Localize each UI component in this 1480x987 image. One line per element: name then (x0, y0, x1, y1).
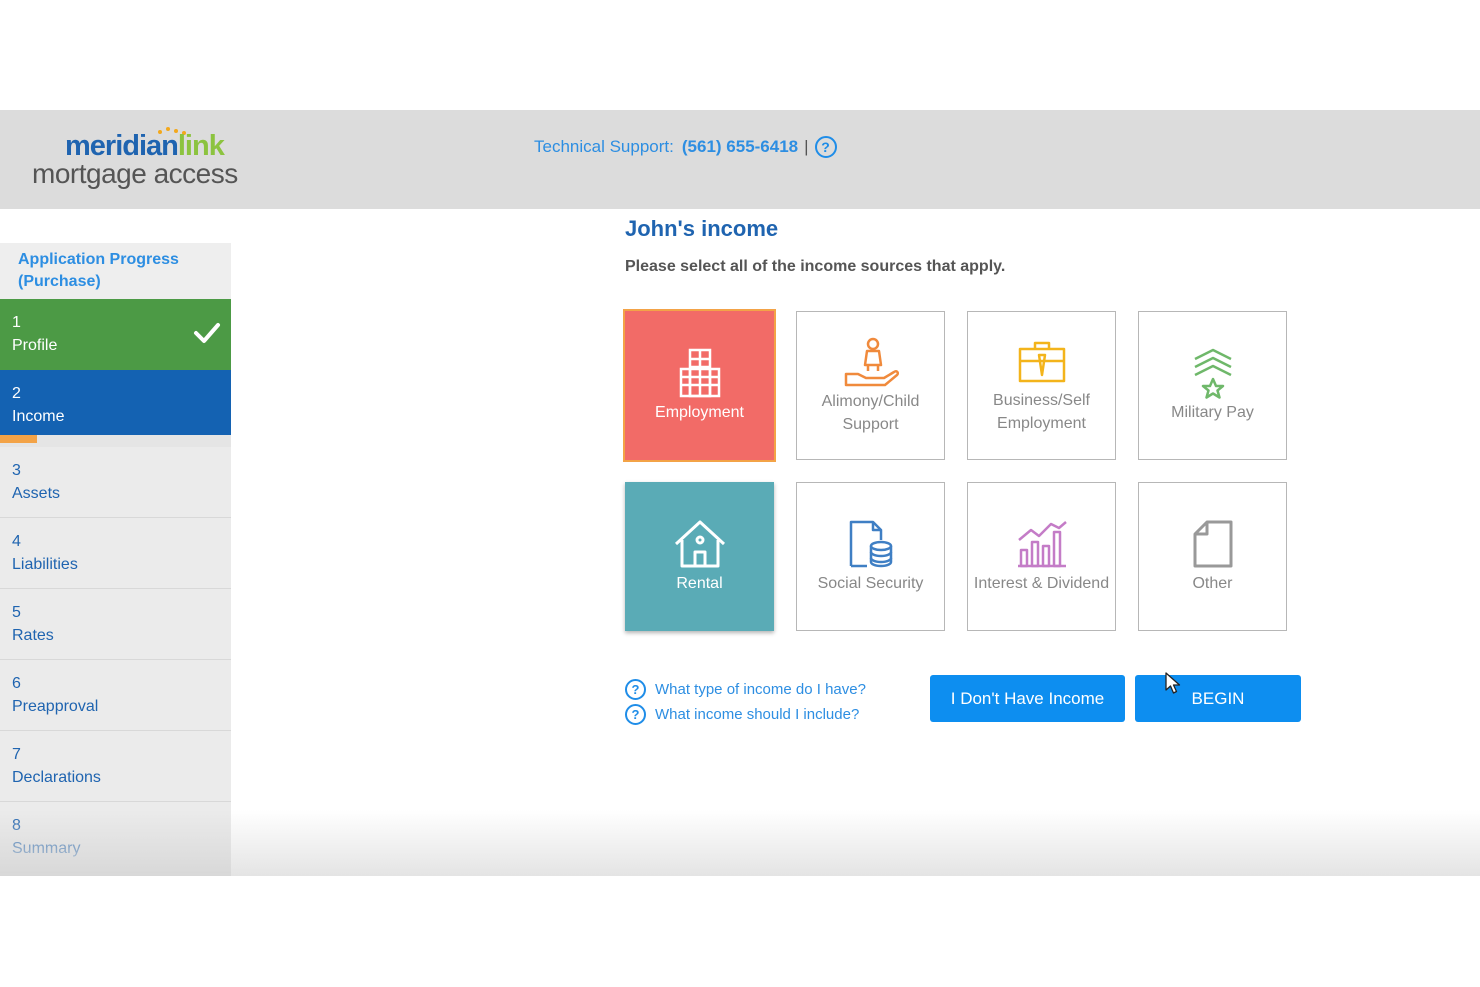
begin-button[interactable]: BEGIN (1135, 675, 1301, 722)
income-tile-employment[interactable]: Employment (623, 309, 776, 462)
income-tile-business-self-employment[interactable]: Business/Self Employment (967, 311, 1116, 460)
tile-label: Military Pay (1171, 404, 1254, 421)
page-title: John's income (625, 216, 779, 241)
income-progress-fill (0, 435, 37, 443)
step-number: 5 (12, 604, 21, 621)
tile-label: Social Security (817, 575, 924, 592)
step-number: 7 (12, 746, 21, 763)
sidebar-heading: Application Progress (Purchase) (0, 243, 231, 299)
briefcase-icon (1018, 341, 1065, 382)
mouse-pointer-icon (1165, 672, 1181, 694)
step-label: Rates (12, 627, 54, 644)
sidebar-step-declarations[interactable]: 7 Declarations (0, 731, 231, 802)
tile-label: Employment (655, 404, 744, 421)
house-icon (674, 520, 725, 568)
support-separator: | (804, 137, 809, 156)
income-progress-bar (0, 435, 231, 447)
step-number: 8 (12, 817, 21, 834)
question-circle-icon[interactable]: ? (814, 136, 837, 158)
technical-support: Technical Support: (561) 655-6418 | ? (534, 136, 837, 158)
header-bar: meridianlink mortgage access Technical S… (0, 110, 1480, 209)
income-tile-alimony-child-support[interactable]: Alimony/Child Support (796, 311, 945, 460)
application-progress-sidebar: Application Progress (Purchase) 1 Profil… (0, 243, 231, 873)
support-label: Technical Support: (534, 137, 674, 156)
step-label: Declarations (12, 769, 101, 786)
income-tile-social-security[interactable]: Social Security (796, 482, 945, 631)
tile-label: Alimony/Child Support (821, 392, 920, 433)
person-hand-icon (844, 337, 899, 386)
document-coins-icon (849, 520, 892, 568)
tile-label: Other (1192, 575, 1233, 592)
step-number: 4 (12, 533, 21, 550)
income-help-links: ? What type of income do I have? ? What … (625, 677, 866, 727)
step-label: Income (12, 408, 65, 425)
income-tile-interest-dividend[interactable]: Interest & Dividend (967, 482, 1116, 631)
sidebar-step-income[interactable]: 2 Income (0, 370, 231, 435)
step-label: Preapproval (12, 698, 99, 715)
support-phone-link[interactable]: (561) 655-6418 (682, 137, 798, 157)
step-label: Liabilities (12, 556, 78, 573)
no-income-button[interactable]: I Don't Have Income (930, 675, 1125, 722)
help-link-text[interactable]: What income should I include? (655, 706, 859, 723)
sidebar-step-liabilities[interactable]: 4 Liabilities (0, 518, 231, 589)
income-tile-rental[interactable]: Rental (625, 482, 774, 631)
step-number: 6 (12, 675, 21, 692)
sidebar-step-rates[interactable]: 5 Rates (0, 589, 231, 660)
sidebar-step-assets[interactable]: 3 Assets (0, 447, 231, 518)
help-link-text[interactable]: What type of income do I have? (655, 681, 866, 698)
question-circle-icon: ? (625, 704, 646, 725)
help-link-income-include[interactable]: ? What income should I include? (625, 702, 866, 727)
step-label: Summary (12, 840, 81, 857)
tile-label: Rental (676, 575, 723, 592)
building-icon (679, 348, 720, 398)
bottom-fade (231, 810, 1480, 876)
chevron-star-icon (1193, 348, 1232, 399)
step-label: Profile (12, 337, 58, 354)
income-tile-other[interactable]: Other (1138, 482, 1287, 631)
help-link-income-type[interactable]: ? What type of income do I have? (625, 677, 866, 702)
sidebar-step-preapproval[interactable]: 6 Preapproval (0, 660, 231, 731)
document-icon (1193, 520, 1232, 568)
step-number: 3 (12, 462, 21, 479)
income-tile-military-pay[interactable]: Military Pay (1138, 311, 1287, 460)
logo-wordmark-bottom: mortgage access (32, 158, 238, 189)
tile-label: Interest & Dividend (973, 575, 1110, 592)
step-number: 2 (12, 385, 21, 402)
tile-label: Business/Self Employment (993, 391, 1090, 432)
sidebar-step-profile[interactable]: 1 Profile (0, 299, 231, 370)
page-instructions: Please select all of the income sources … (625, 258, 1006, 275)
sidebar-step-summary[interactable]: 8 Summary (0, 802, 231, 873)
step-number: 1 (12, 314, 21, 331)
checkmark-icon (194, 323, 220, 343)
bar-chart-icon (1017, 521, 1067, 568)
meridianlink-logo: meridianlink mortgage access (32, 126, 272, 192)
step-label: Assets (12, 485, 61, 502)
app-window: meridianlink mortgage access Technical S… (0, 110, 1480, 876)
question-circle-icon: ? (625, 679, 646, 700)
